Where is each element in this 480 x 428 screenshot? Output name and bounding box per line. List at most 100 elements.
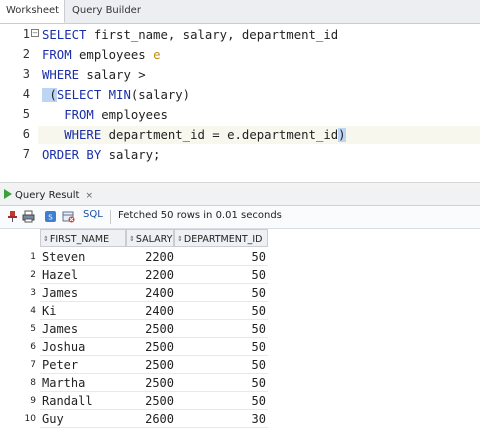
line-number: 5 xyxy=(22,107,30,121)
table-alias: e xyxy=(153,48,161,62)
column-header-department-id[interactable]: ⇕DEPARTMENT_ID xyxy=(174,229,268,247)
cell-salary[interactable]: 2500 xyxy=(126,356,174,374)
code-line[interactable]: (SELECT MIN(salary) xyxy=(42,86,190,104)
table-row[interactable]: 6 Joshua 2500 50 xyxy=(0,338,268,356)
line-number: 4 xyxy=(22,87,30,101)
cell-salary[interactable]: 2500 xyxy=(126,374,174,392)
cell-salary[interactable]: 2500 xyxy=(126,392,174,410)
code-line[interactable]: ORDER BY salary; xyxy=(42,146,160,164)
sql-keyword: WHERE xyxy=(64,128,102,142)
cell-salary[interactable]: 2500 xyxy=(126,338,174,356)
sql-keyword: FROM xyxy=(42,48,72,62)
code-line[interactable]: FROM employees xyxy=(42,106,168,124)
table-row[interactable]: 10 Guy 2600 30 xyxy=(0,410,268,428)
code-line[interactable]: SELECT first_name, salary, department_id xyxy=(42,26,338,44)
matching-bracket: ) xyxy=(338,128,346,142)
cell-first-name[interactable]: Randall xyxy=(42,392,93,410)
line-number: 3 xyxy=(22,67,30,81)
table-row[interactable]: 7 Peter 2500 50 xyxy=(0,356,268,374)
cell-department-id[interactable]: 50 xyxy=(174,338,266,356)
column-header-salary[interactable]: ⇕SALARY xyxy=(126,229,174,247)
cell-salary[interactable]: 2400 xyxy=(126,284,174,302)
row-number: 9 xyxy=(30,396,36,406)
sort-icon: ⇕ xyxy=(129,235,135,243)
cell-department-id[interactable]: 50 xyxy=(174,302,266,320)
cell-first-name[interactable]: Martha xyxy=(42,374,85,392)
sql-keyword: FROM xyxy=(64,108,94,122)
table-row[interactable]: 2 Hazel 2200 50 xyxy=(0,266,268,284)
table-row[interactable]: 3 James 2400 50 xyxy=(0,284,268,302)
cell-first-name[interactable]: Guy xyxy=(42,410,64,428)
code-line[interactable]: WHERE salary > xyxy=(42,66,146,84)
cell-first-name[interactable]: James xyxy=(42,320,78,338)
table-row[interactable]: 9 Randall 2500 50 xyxy=(0,392,268,410)
clear-results-icon[interactable] xyxy=(62,210,75,223)
query-result-label: Query Result xyxy=(15,190,80,201)
cell-salary[interactable]: 2500 xyxy=(126,320,174,338)
cell-department-id[interactable]: 50 xyxy=(174,284,266,302)
cell-first-name[interactable]: James xyxy=(42,284,78,302)
sort-icon: ⇕ xyxy=(177,235,183,243)
cell-department-id[interactable]: 50 xyxy=(174,266,266,284)
matching-bracket: ( xyxy=(42,88,57,102)
cell-department-id[interactable]: 50 xyxy=(174,356,266,374)
cell-salary[interactable]: 2200 xyxy=(126,266,174,284)
cell-first-name[interactable]: Steven xyxy=(42,248,85,266)
close-icon[interactable]: × xyxy=(85,191,93,201)
cell-department-id[interactable]: 50 xyxy=(174,248,266,266)
tab-query-result[interactable]: Query Result × xyxy=(2,188,95,204)
cell-department-id[interactable]: 30 xyxy=(174,410,266,428)
row-number: 7 xyxy=(30,360,36,370)
cell-department-id[interactable]: 50 xyxy=(174,320,266,338)
sql-text: salary > xyxy=(79,68,146,82)
table-row[interactable]: 5 James 2500 50 xyxy=(0,320,268,338)
cell-department-id[interactable]: 50 xyxy=(174,374,266,392)
row-number: 8 xyxy=(30,378,36,388)
sql-text: department_id = e.department_id xyxy=(101,128,339,142)
row-number: 3 xyxy=(30,288,36,298)
sql-button[interactable]: SQL xyxy=(83,209,103,220)
pin-icon[interactable] xyxy=(6,210,19,223)
sql-keyword: SELECT xyxy=(42,28,87,42)
cell-first-name[interactable]: Joshua xyxy=(42,338,85,356)
refresh-sql-icon[interactable]: S xyxy=(44,210,57,223)
row-number: 4 xyxy=(30,306,36,316)
result-grid[interactable]: ⇕FIRST_NAME ⇕SALARY ⇕DEPARTMENT_ID 1 Stev… xyxy=(0,229,480,428)
sql-keyword: MIN xyxy=(108,88,131,102)
fetch-status: Fetched 50 rows in 0.01 seconds xyxy=(118,210,282,221)
editor-tab-strip: Worksheet Query Builder xyxy=(0,0,480,24)
cell-first-name[interactable]: Hazel xyxy=(42,266,78,284)
cell-first-name[interactable]: Ki xyxy=(42,302,56,320)
table-row[interactable]: 1 Steven 2200 50 xyxy=(0,248,268,266)
line-number: 2 xyxy=(22,47,30,61)
line-number: 7 xyxy=(22,147,30,161)
sort-icon: ⇕ xyxy=(43,235,49,243)
cell-first-name[interactable]: Peter xyxy=(42,356,78,374)
tab-worksheet[interactable]: Worksheet xyxy=(0,0,65,23)
row-number: 1 xyxy=(30,252,36,262)
run-icon xyxy=(4,189,12,199)
tab-query-builder[interactable]: Query Builder xyxy=(66,0,147,22)
code-line[interactable]: FROM employees e xyxy=(42,46,160,64)
sql-text: employees xyxy=(93,108,168,122)
sql-text: first_name, salary, department_id xyxy=(86,28,339,42)
sql-text: employees xyxy=(71,48,154,62)
fold-toggle-icon[interactable]: − xyxy=(31,29,39,37)
print-icon[interactable] xyxy=(22,210,35,223)
line-number: 6 xyxy=(22,127,30,141)
cell-salary[interactable]: 2600 xyxy=(126,410,174,428)
cell-salary[interactable]: 2200 xyxy=(126,248,174,266)
table-row[interactable]: 4 Ki 2400 50 xyxy=(0,302,268,320)
sql-editor[interactable]: 1 2 3 4 5 6 7 − SELECT first_name, salary, depa… xyxy=(0,24,480,182)
line-number: 1 xyxy=(22,27,30,41)
cell-salary[interactable]: 2400 xyxy=(126,302,174,320)
sql-keyword: WHERE xyxy=(42,68,80,82)
column-header-first-name[interactable]: ⇕FIRST_NAME xyxy=(40,229,126,247)
code-line[interactable]: WHERE department_id = e.department_id) xyxy=(42,126,346,144)
row-number: 10 xyxy=(24,414,36,424)
cell-department-id[interactable]: 50 xyxy=(174,392,266,410)
table-row[interactable]: 8 Martha 2500 50 xyxy=(0,374,268,392)
